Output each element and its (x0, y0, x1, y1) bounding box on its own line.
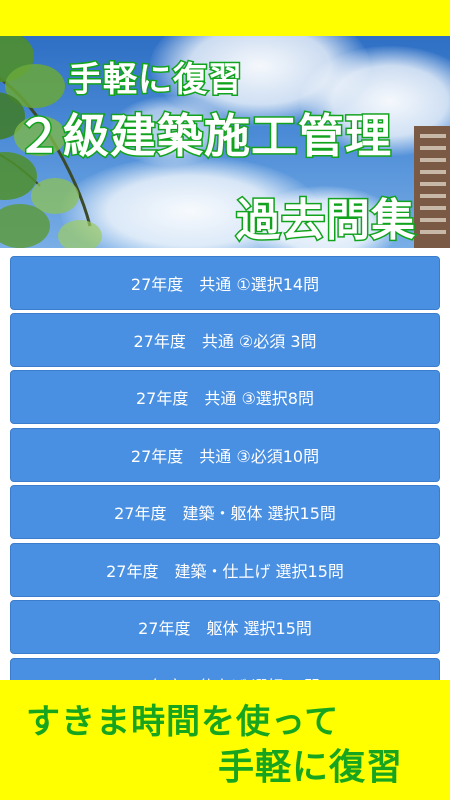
question-set-list: 27年度 共通 ①選択14問 27年度 共通 ②必須 3問 27年度 共通 ③選… (0, 248, 450, 680)
banner-line-2: 手軽に復習 (218, 747, 404, 788)
question-set-button[interactable]: 27年度 仕上げ 選択15問 (10, 658, 440, 680)
question-set-button[interactable]: 27年度 共通 ③選択8問 (10, 370, 440, 424)
hero-subtitle-bottom: 過去問集 (235, 194, 417, 248)
building-window (420, 182, 446, 186)
question-set-button[interactable]: 27年度 躯体 選択15問 (10, 600, 440, 654)
question-set-button[interactable]: 27年度 建築・仕上げ 選択15問 (10, 543, 440, 597)
building-window (420, 158, 446, 162)
top-yellow-strip (0, 0, 450, 36)
building-window (420, 134, 446, 138)
hero-title: ２級建築施工管理 (15, 108, 393, 165)
question-set-button[interactable]: 27年度 共通 ②必須 3問 (10, 313, 440, 367)
question-set-button[interactable]: 27年度 建築・躯体 選択15問 (10, 485, 440, 539)
building-window (420, 218, 446, 222)
question-set-button[interactable]: 27年度 共通 ③必須10問 (10, 428, 440, 482)
building-window (420, 206, 446, 210)
building-window (420, 146, 446, 150)
question-set-button[interactable]: 27年度 共通 ①選択14問 (10, 256, 440, 310)
building-window (420, 230, 446, 234)
building-window (420, 194, 446, 198)
banner-line-1: すきま時間を使って (26, 702, 340, 742)
building-window (420, 170, 446, 174)
app-screen: 手軽に復習 ２級建築施工管理 過去問集 27年度 共通 ①選択14問 27年度 … (0, 0, 450, 800)
hero-subtitle-top: 手軽に復習 (67, 59, 244, 102)
bottom-banner: すきま時間を使って 手軽に復習 (0, 680, 450, 800)
building-image (414, 126, 450, 248)
